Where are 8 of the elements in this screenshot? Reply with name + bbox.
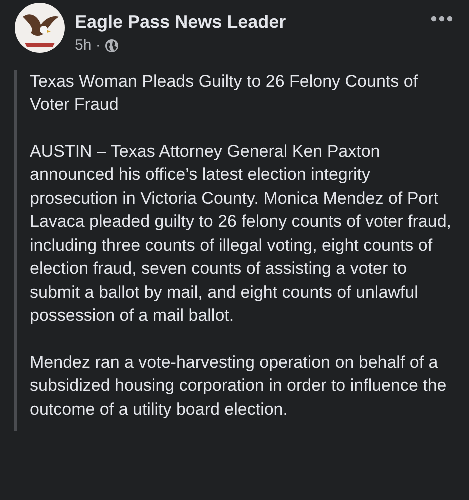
author-name[interactable]: Eagle Pass News Leader — [75, 11, 286, 33]
globe-icon — [104, 39, 119, 54]
post-paragraph: AUSTIN – Texas Attorney General Ken Paxton announced his office’s latest election integrity prosecution in Victoria County. Monica Mendez of Port Lavaca pleaded guilty to 26 felony counts of voter fraud, including three counts of illegal voting, eight counts of election fraud, seven counts of assisting a voter to submit a ballot by mail, and eight counts of unlawful possession of a mail ballot. — [30, 140, 452, 327]
more-options-icon[interactable] — [431, 16, 453, 22]
post-paragraph: Texas Woman Pleads Guilty to 26 Felony Counts of Voter Fraud — [30, 70, 420, 116]
eagle-logo-avatar-icon[interactable] — [15, 3, 65, 53]
post-paragraph: Mendez ran a vote-harvesting operation on behalf of a subsidized housing corporation in order to influence the outcome of a utility board election. — [30, 352, 448, 420]
post-time: 5h · — [75, 36, 101, 56]
